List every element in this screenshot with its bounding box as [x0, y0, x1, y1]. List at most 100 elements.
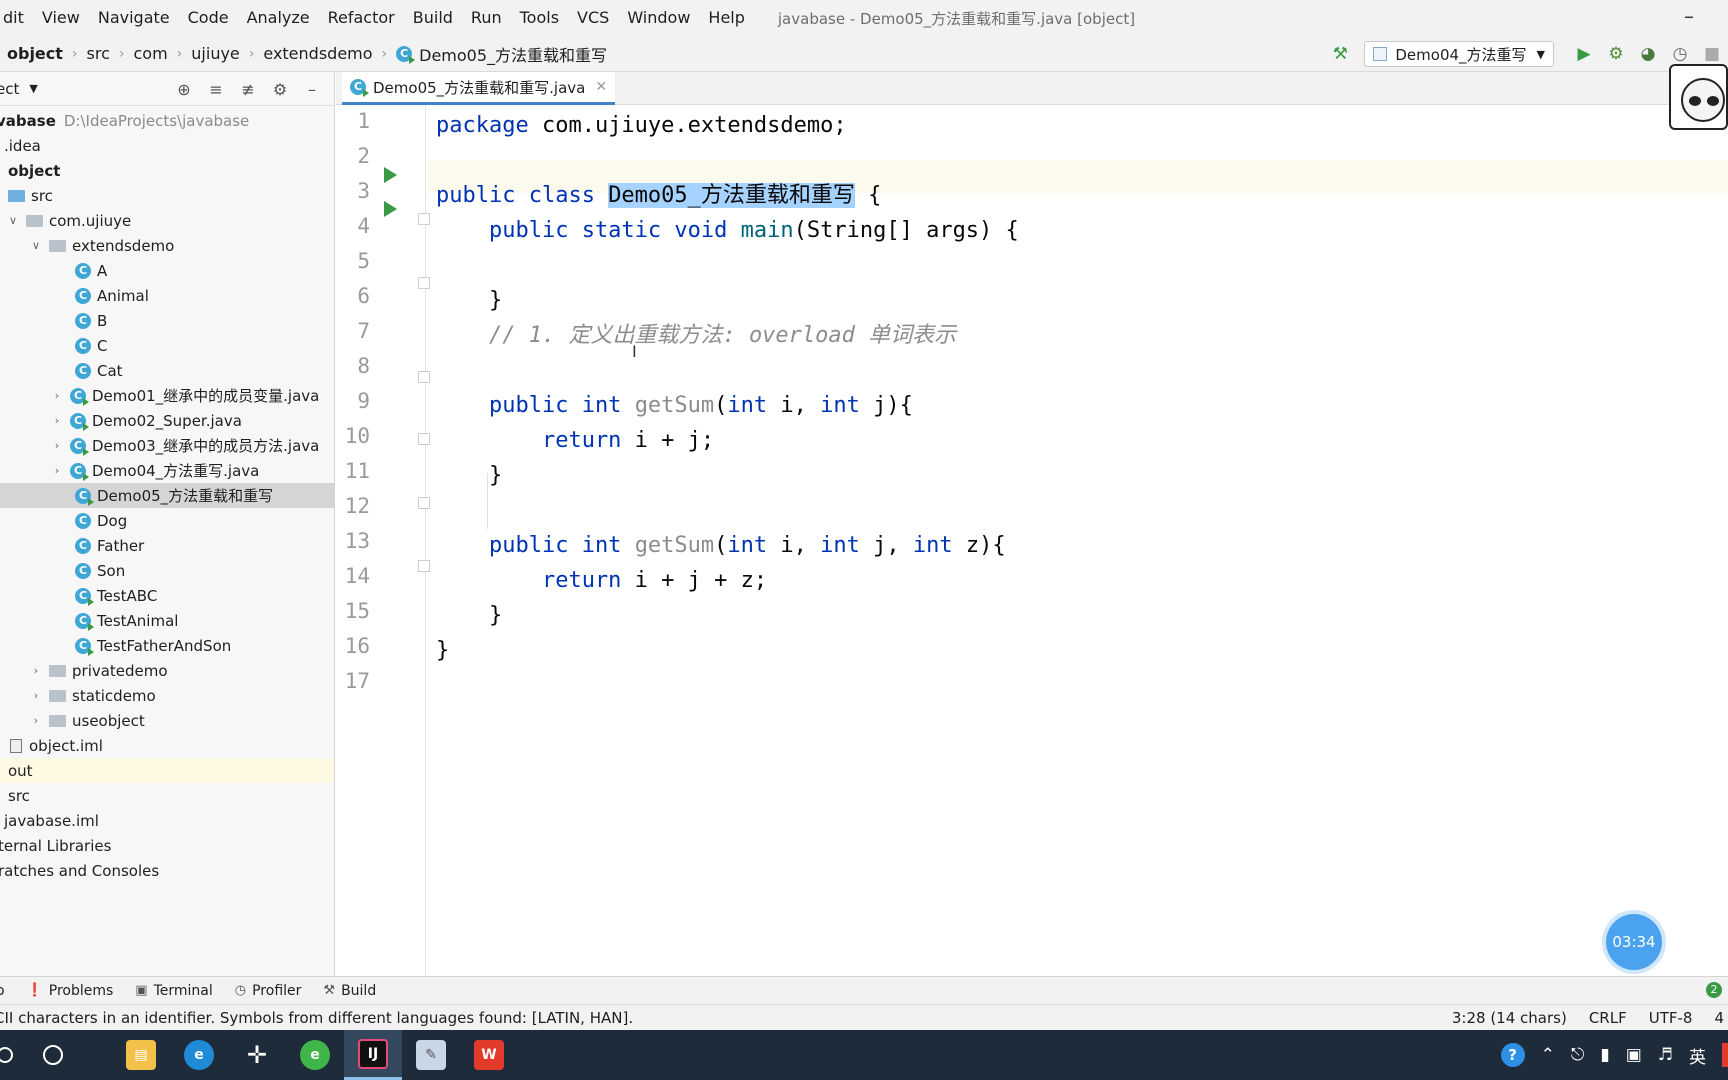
tool-window-profiler[interactable]: ◷ Profiler: [235, 983, 302, 999]
menu-help[interactable]: Help: [699, 0, 753, 36]
tree-item-extendsdemo[interactable]: ∨ extendsdemo: [29, 233, 363, 258]
menu-build[interactable]: Build: [404, 0, 462, 36]
fold-icon[interactable]: [418, 560, 430, 572]
chevron-right-icon[interactable]: ›: [50, 464, 64, 477]
debug-icon[interactable]: ⚙: [1600, 44, 1632, 64]
breadcrumb-src[interactable]: src: [87, 44, 110, 63]
help-icon[interactable]: ?: [1500, 1043, 1525, 1067]
tool-window-overflow-icon[interactable]: o: [0, 983, 5, 999]
chevron-right-icon[interactable]: ›: [50, 439, 64, 452]
chevron-right-icon[interactable]: ›: [29, 664, 43, 677]
run-icon[interactable]: ▶: [1568, 44, 1600, 64]
close-icon[interactable]: ✕: [595, 79, 607, 95]
tree-item-java-file[interactable]: › C Demo03_继承中的成员方法.java: [50, 433, 384, 458]
wps-icon[interactable]: W: [460, 1030, 518, 1080]
tree-item-java-file[interactable]: › C Demo04_方法重写.java: [50, 458, 384, 483]
hide-icon[interactable]: –: [296, 80, 328, 99]
chevron-down-icon[interactable]: ▼: [29, 82, 37, 95]
cortana-icon[interactable]: [24, 1030, 82, 1080]
breadcrumb-com[interactable]: com: [134, 44, 168, 63]
edge-icon[interactable]: e: [170, 1030, 228, 1080]
menu-refactor[interactable]: Refactor: [319, 0, 404, 36]
tree-item-src-root[interactable]: src: [8, 783, 342, 808]
chevron-right-icon[interactable]: ›: [50, 389, 64, 402]
run-config-select[interactable]: Demo04_方法重写 ▼: [1364, 41, 1554, 67]
battery-icon[interactable]: ▮: [1600, 1045, 1609, 1065]
menu-code[interactable]: Code: [179, 0, 238, 36]
caret-position[interactable]: 3:28 (14 chars): [1452, 1009, 1567, 1027]
tree-item-com-ujiuye[interactable]: ∨ com.ujiuye: [6, 208, 340, 233]
breadcrumb-class[interactable]: C Demo05_方法重载和重写: [396, 42, 607, 66]
chevron-right-icon[interactable]: ›: [29, 689, 43, 702]
problem-count-badge[interactable]: 2: [1706, 982, 1722, 998]
tree-item-javabase-iml[interactable]: javabase.iml: [4, 808, 338, 833]
menu-run[interactable]: Run: [462, 0, 511, 36]
tool-window-build[interactable]: ⚒ Build: [323, 983, 376, 999]
tool-window-terminal[interactable]: ▣ Terminal: [135, 983, 212, 999]
tree-item-idea[interactable]: .idea: [4, 133, 338, 158]
collapse-all-icon[interactable]: ≢: [232, 80, 264, 99]
tree-item-package[interactable]: › privatedemo: [29, 658, 363, 683]
file-encoding[interactable]: UTF-8: [1649, 1009, 1693, 1027]
browser-icon[interactable]: e: [286, 1030, 344, 1080]
run-main-gutter-icon[interactable]: [384, 201, 397, 217]
tree-item-src[interactable]: src: [8, 183, 342, 208]
tab-demo05[interactable]: C Demo05_方法重载和重写.java ✕: [342, 72, 616, 105]
gear-icon[interactable]: ⚙: [264, 80, 296, 99]
file-explorer-icon[interactable]: ▤: [112, 1030, 170, 1080]
fold-icon[interactable]: [418, 433, 430, 445]
expand-all-icon[interactable]: ≡: [200, 80, 232, 99]
chevron-right-icon[interactable]: ›: [50, 414, 64, 427]
tree-item-package[interactable]: › staticdemo: [29, 683, 363, 708]
fold-icon[interactable]: [418, 371, 430, 383]
menu-vcs[interactable]: VCS: [568, 0, 618, 36]
profile-icon[interactable]: ◷: [1664, 44, 1696, 64]
tree-item-scratches[interactable]: ratches and Consoles: [0, 858, 332, 883]
microphone-icon[interactable]: ⎋: [1571, 1045, 1584, 1065]
code-editor[interactable]: C Demo05_方法重载和重写.java ✕ 1 2 3 4 5 6 7 8 …: [336, 72, 1728, 976]
menu-edit[interactable]: dit: [0, 0, 33, 36]
chevron-up-icon[interactable]: ⌃: [1541, 1045, 1555, 1065]
run-class-gutter-icon[interactable]: [384, 167, 397, 183]
paint-icon[interactable]: ✎: [402, 1030, 460, 1080]
notification-icon[interactable]: [1722, 1043, 1728, 1067]
breadcrumb-object[interactable]: object: [7, 44, 63, 63]
breadcrumb-extendsdemo[interactable]: extendsdemo: [263, 44, 372, 63]
start-icon[interactable]: [0, 1030, 24, 1080]
stop-icon[interactable]: ■: [1696, 44, 1728, 64]
coverage-icon[interactable]: ◕: [1632, 44, 1664, 64]
tree-item-iml[interactable]: object.iml: [10, 733, 344, 758]
build-hammer-icon[interactable]: ⚒: [1324, 44, 1356, 64]
menu-tools[interactable]: Tools: [511, 0, 568, 36]
volume-icon[interactable]: ♬: [1658, 1045, 1673, 1065]
intellij-icon[interactable]: IJ: [344, 1030, 402, 1080]
tree-item-external-libraries[interactable]: ternal Libraries: [0, 833, 332, 858]
tree-item-java-file[interactable]: › C Demo01_继承中的成员变量.java: [50, 383, 384, 408]
menu-navigate[interactable]: Navigate: [89, 0, 179, 36]
tree-item-package[interactable]: › useobject: [29, 708, 363, 733]
fold-icon[interactable]: [418, 497, 430, 509]
locate-icon[interactable]: ⊕: [168, 80, 200, 99]
tree-item-object[interactable]: object: [8, 158, 342, 183]
menu-view[interactable]: View: [33, 0, 89, 36]
menu-window[interactable]: Window: [618, 0, 699, 36]
ime-indicator[interactable]: 英: [1689, 1043, 1706, 1068]
network-icon[interactable]: ▣: [1626, 1045, 1642, 1065]
chevron-down-icon[interactable]: ∨: [6, 214, 20, 227]
tree-item-selected-class[interactable]: C Demo05_方法重载和重写: [0, 483, 334, 508]
minimize-icon[interactable]: –: [1684, 4, 1694, 28]
breadcrumb-ujiuye[interactable]: ujiuye: [191, 44, 239, 63]
timer-badge[interactable]: 03:34: [1606, 914, 1662, 970]
fold-icon[interactable]: [418, 213, 430, 225]
project-view-selector[interactable]: ect: [0, 80, 19, 98]
tree-item-out[interactable]: out: [0, 758, 334, 783]
tool-window-problems[interactable]: ❗ Problems: [27, 983, 114, 999]
fold-icon[interactable]: [418, 277, 430, 289]
tree-item-javabase[interactable]: vabase D:\IdeaProjects\javabase: [0, 108, 330, 133]
chevron-down-icon[interactable]: ∨: [29, 239, 43, 252]
tree-item-java-file[interactable]: › C Demo02_Super.java: [50, 408, 384, 433]
chevron-right-icon[interactable]: ›: [29, 714, 43, 727]
sublime-icon[interactable]: ✛: [228, 1030, 286, 1080]
menu-analyze[interactable]: Analyze: [238, 0, 319, 36]
line-separator[interactable]: CRLF: [1589, 1009, 1627, 1027]
